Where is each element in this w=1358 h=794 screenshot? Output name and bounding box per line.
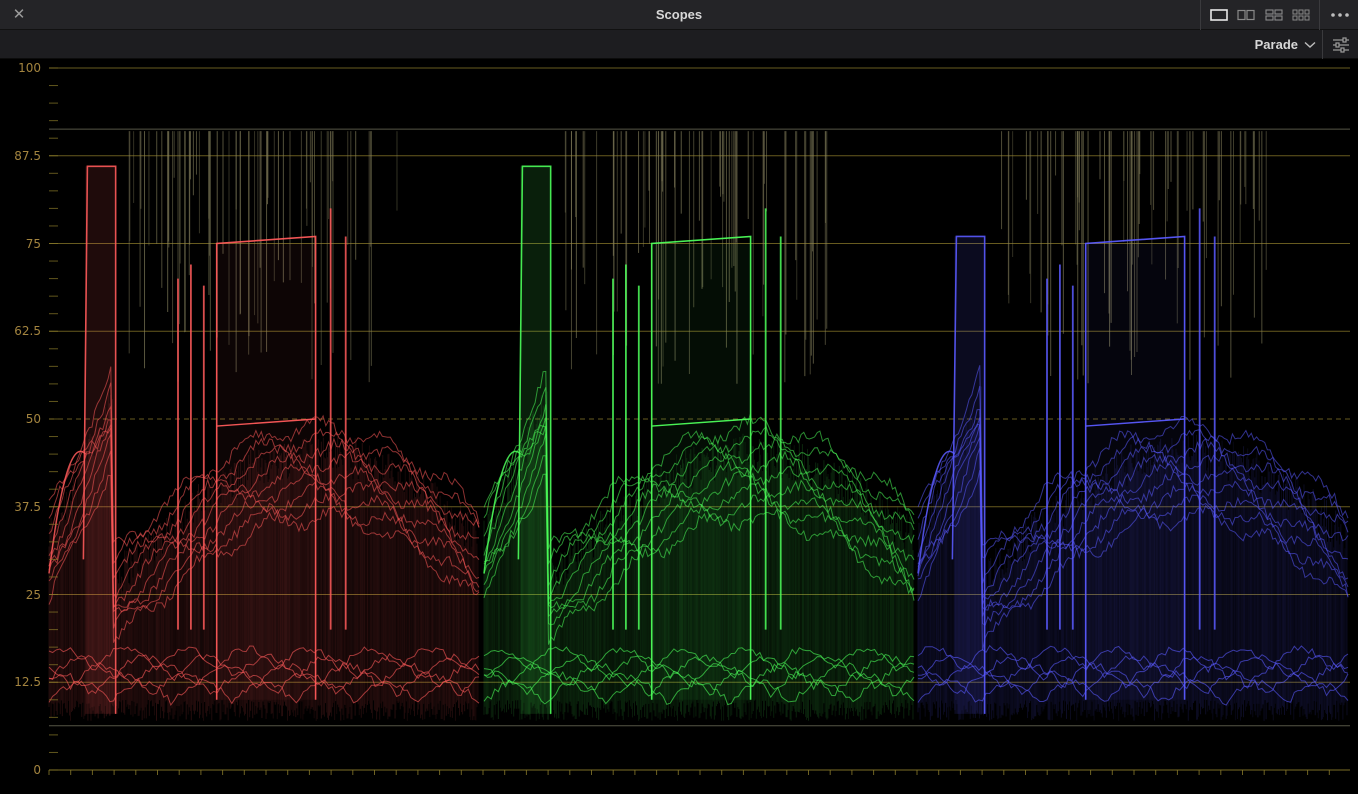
parade-waveform (48, 67, 1350, 775)
scope-mode-label: Parade (1254, 37, 1298, 52)
waveform-fill (216, 243, 316, 700)
y-axis-label: 50 (25, 412, 41, 426)
y-axis-label: 0 (33, 763, 41, 777)
scope-settings-icon[interactable] (1322, 30, 1358, 59)
waveform-fill (954, 236, 985, 714)
scope-toolbar: Parade (0, 30, 1358, 59)
scopes-window: ✕ Scopes Parade 100 87.5 75 62.5 50 37.5… (0, 0, 1358, 794)
parade-scope: 100 87.5 75 62.5 50 37.5 25 12.5 0 (0, 59, 1358, 794)
y-axis-label: 87.5 (14, 148, 41, 163)
chevron-down-icon (1304, 37, 1316, 52)
dual-view-icon[interactable] (1235, 6, 1257, 24)
blue-channel-waveform (917, 208, 1349, 721)
y-axis-label: 100 (18, 61, 41, 75)
window-title: Scopes (655, 7, 703, 22)
six-view-icon[interactable] (1290, 6, 1312, 24)
close-icon[interactable]: ✕ (8, 5, 30, 25)
scope-mode-dropdown[interactable]: Parade (1255, 30, 1316, 59)
quad-view-icon[interactable] (1263, 6, 1285, 24)
y-axis-label: 37.5 (14, 499, 41, 514)
waveform-fill (651, 243, 751, 700)
single-view-icon[interactable] (1208, 6, 1230, 24)
y-axis-label: 62.5 (14, 324, 41, 339)
y-axis-label: 75 (25, 236, 41, 251)
waveform-fill (1085, 243, 1185, 700)
waveform-fill (85, 166, 116, 714)
layout-buttons (1200, 0, 1320, 30)
title-bar: ✕ Scopes (0, 0, 1358, 30)
waveform-fill (520, 166, 551, 714)
red-channel-waveform (48, 165, 480, 721)
y-axis-label: 25 (25, 587, 41, 602)
green-channel-waveform (483, 165, 915, 721)
more-options-icon[interactable] (1322, 0, 1358, 30)
y-axis-label: 12.5 (14, 675, 41, 690)
